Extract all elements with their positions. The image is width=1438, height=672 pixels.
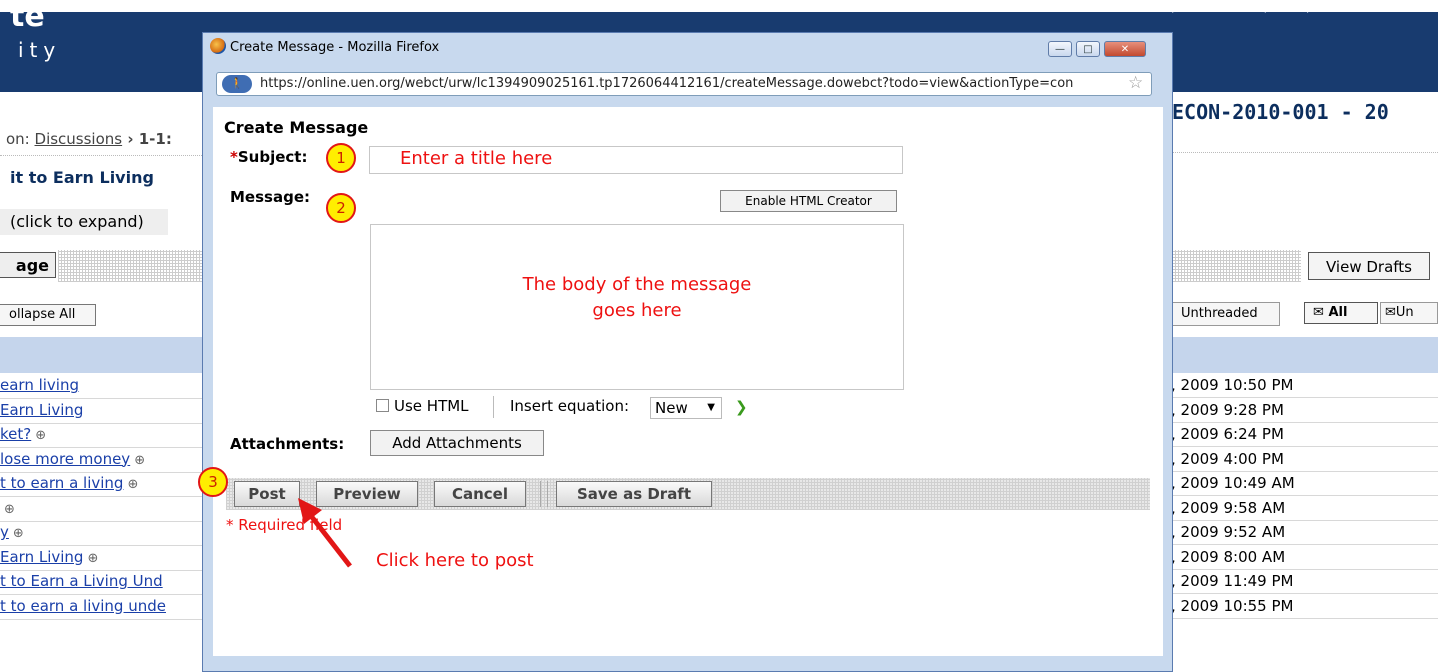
equation-select[interactable]: New ▼ bbox=[650, 397, 722, 419]
enable-html-creator-button[interactable]: Enable HTML Creator bbox=[720, 190, 897, 212]
post-hint: Click here to post bbox=[376, 550, 534, 571]
step-1-badge: 1 bbox=[326, 143, 356, 173]
subject-hint: Enter a title here bbox=[400, 148, 553, 169]
list-item-date: , 2009 9:52 AM bbox=[1163, 520, 1438, 545]
list-item[interactable]: earn living bbox=[0, 373, 205, 399]
list-item[interactable]: lose more money ⊕ bbox=[0, 447, 205, 473]
use-html-label: Use HTML bbox=[394, 397, 469, 415]
envelope-icon: ✉ bbox=[1385, 305, 1396, 320]
message-title-link[interactable]: Earn Living bbox=[0, 548, 83, 566]
attachment-plus-icon: ⊕ bbox=[127, 477, 139, 492]
list-item-date: , 2009 9:28 PM bbox=[1163, 398, 1438, 423]
message-body-hint: The body of the message goes here bbox=[370, 272, 904, 324]
attachment-plus-icon: ⊕ bbox=[87, 550, 99, 566]
message-title-link[interactable]: Earn Living bbox=[0, 401, 83, 419]
bookmark-star-icon[interactable]: ☆ bbox=[1128, 73, 1143, 93]
message-title-link[interactable]: t to earn a living unde bbox=[0, 597, 166, 615]
filter-all-button[interactable]: ✉ All bbox=[1304, 302, 1378, 324]
message-title-link[interactable]: ket? bbox=[0, 425, 31, 443]
list-item-date: , 2009 8:00 AM bbox=[1163, 545, 1438, 570]
list-item-date: , 2009 10:50 PM bbox=[1163, 373, 1438, 398]
message-title-link[interactable]: earn living bbox=[0, 376, 79, 394]
list-item[interactable]: t to Earn a Living Und bbox=[0, 569, 205, 595]
breadcrumb: on: Discussions › 1-1: bbox=[6, 130, 172, 148]
message-title-link[interactable]: t to earn a living bbox=[0, 474, 123, 492]
toolbar-pattern bbox=[1163, 250, 1301, 282]
topic-title: it to Earn Living bbox=[10, 168, 154, 187]
message-label: Message: bbox=[230, 188, 310, 206]
required-asterisk: * bbox=[230, 148, 238, 166]
step-2-badge: 2 bbox=[326, 193, 356, 223]
attachment-plus-icon: ⊕ bbox=[35, 428, 47, 443]
collapse-all-button[interactable]: ollapse All bbox=[0, 304, 96, 326]
equation-select-value: New bbox=[655, 399, 688, 417]
list-item-date: , 2009 9:58 AM bbox=[1163, 496, 1438, 521]
list-item[interactable]: t to earn a living ⊕ bbox=[0, 471, 205, 497]
breadcrumb-discussions-link[interactable]: Discussions bbox=[35, 130, 123, 148]
attachments-label: Attachments: bbox=[230, 435, 345, 453]
create-message-button[interactable]: age bbox=[0, 252, 56, 278]
list-item-date: , 2009 10:55 PM bbox=[1163, 594, 1438, 619]
subject-label: *Subject: bbox=[230, 148, 307, 166]
list-item-date: , 2009 4:00 PM bbox=[1163, 447, 1438, 472]
unthreaded-button[interactable]: Unthreaded bbox=[1160, 302, 1280, 326]
list-item[interactable]: ⊕ bbox=[0, 496, 205, 522]
maximize-button[interactable]: □ bbox=[1076, 41, 1100, 57]
list-item-date: , 2009 11:49 PM bbox=[1163, 569, 1438, 594]
list-item[interactable]: Earn Living bbox=[0, 398, 205, 424]
attachment-plus-icon: ⊕ bbox=[134, 452, 146, 468]
table-header bbox=[0, 337, 205, 373]
list-item[interactable]: ket? ⊕ bbox=[0, 422, 205, 448]
add-attachments-button[interactable]: Add Attachments bbox=[370, 430, 544, 456]
message-title-link[interactable]: y bbox=[0, 523, 9, 541]
firefox-icon bbox=[210, 38, 226, 54]
divider bbox=[1165, 152, 1438, 153]
list-item-date: , 2009 10:49 AM bbox=[1163, 471, 1438, 496]
divider bbox=[0, 155, 210, 156]
filter-unread-label: Un bbox=[1395, 305, 1414, 320]
attachment-plus-icon: ⊕ bbox=[12, 526, 24, 541]
body-hint-line-2: goes here bbox=[592, 300, 682, 321]
table-header bbox=[1163, 337, 1438, 373]
save-as-draft-button[interactable]: Save as Draft bbox=[556, 481, 712, 507]
divider bbox=[493, 396, 494, 418]
logo-subtext: ity bbox=[18, 38, 62, 62]
envelope-icon: ✉ bbox=[1313, 305, 1324, 320]
top-links[interactable]: My Settings | Accessibility | Help | L bbox=[1090, 0, 1321, 13]
cancel-button[interactable]: Cancel bbox=[434, 481, 526, 507]
list-item[interactable]: t to earn a living unde bbox=[0, 594, 205, 620]
filter-all-label: All bbox=[1328, 305, 1348, 320]
topic-expand-toggle[interactable]: (click to expand) bbox=[0, 209, 168, 235]
course-title: ECON-2010-001 - 20 bbox=[1172, 100, 1389, 124]
list-item[interactable]: y ⊕ bbox=[0, 520, 205, 546]
go-arrow-icon[interactable]: ❯ bbox=[735, 398, 748, 416]
step-3-badge: 3 bbox=[198, 467, 228, 497]
close-button[interactable]: ✕ bbox=[1104, 41, 1146, 57]
pointer-arrow-icon bbox=[298, 498, 352, 568]
breadcrumb-current: › 1-1: bbox=[122, 130, 172, 148]
toolbar-pattern bbox=[58, 250, 204, 282]
view-drafts-button[interactable]: View Drafts bbox=[1308, 252, 1430, 280]
logo-text: te bbox=[10, 0, 45, 34]
subject-label-text: Subject: bbox=[237, 148, 308, 166]
message-title-link[interactable]: lose more money bbox=[0, 450, 130, 468]
list-item[interactable]: Earn Living ⊕ bbox=[0, 545, 205, 571]
form-heading: Create Message bbox=[224, 118, 369, 137]
site-identity-icon[interactable]: 🚶 bbox=[222, 75, 252, 93]
button-separator bbox=[540, 481, 548, 507]
url-text[interactable]: https://online.uen.org/webct/urw/lc13949… bbox=[260, 76, 1120, 91]
message-title-link[interactable]: t to Earn a Living Und bbox=[0, 572, 163, 590]
minimize-button[interactable]: — bbox=[1048, 41, 1072, 57]
list-item-date: , 2009 6:24 PM bbox=[1163, 422, 1438, 447]
use-html-checkbox[interactable] bbox=[376, 399, 389, 412]
filter-unread-button[interactable]: ✉Un bbox=[1380, 302, 1438, 324]
dropdown-arrow-icon: ▼ bbox=[707, 402, 715, 413]
attachment-plus-icon: ⊕ bbox=[4, 501, 15, 517]
breadcrumb-prefix: on: bbox=[6, 130, 35, 148]
insert-equation-label: Insert equation: bbox=[510, 397, 630, 415]
body-hint-line-1: The body of the message bbox=[522, 274, 752, 295]
window-title: Create Message - Mozilla Firefox bbox=[230, 40, 440, 55]
